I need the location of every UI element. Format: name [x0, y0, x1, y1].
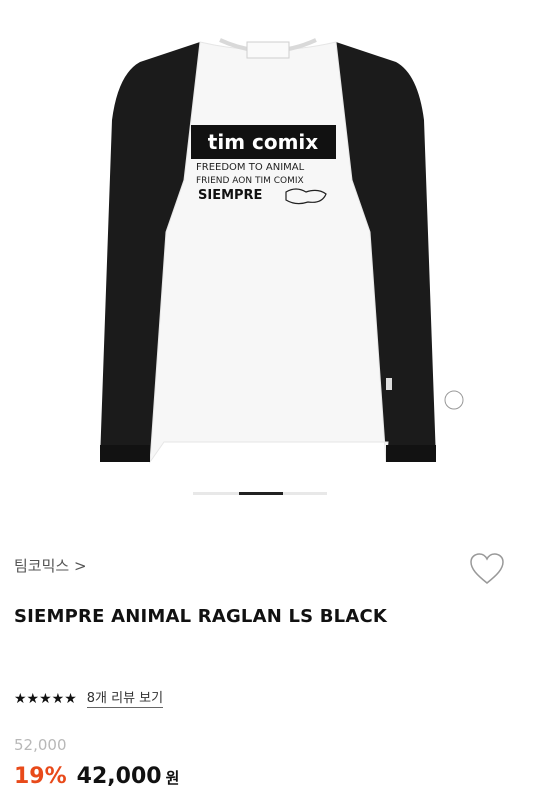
sale-price: 42,000 — [76, 764, 162, 789]
print-logo: tim comix — [208, 130, 319, 154]
shirt-illustration: tim comix FREEDOM TO ANIMAL FRIEND AON T… — [100, 38, 464, 464]
print-line-3: SIEMPRE — [198, 188, 262, 203]
original-price: 52,000 — [14, 736, 67, 754]
star-rating-icon: ★★★★★ — [14, 691, 77, 707]
currency-unit: 원 — [165, 769, 180, 787]
sleeve-badge-icon — [444, 390, 464, 410]
neck-tag — [246, 41, 290, 59]
brand-link[interactable]: 팀코믹스 > — [14, 555, 87, 576]
side-label — [386, 378, 392, 390]
right-cuff — [386, 445, 436, 462]
carousel-indicator — [193, 492, 327, 495]
rating-row: ★★★★★ 8개 리뷰 보기 — [14, 688, 164, 710]
left-cuff — [100, 445, 150, 462]
product-image[interactable]: tim comix FREEDOM TO ANIMAL FRIEND AON T… — [0, 0, 536, 500]
discount-rate: 19% — [14, 764, 67, 789]
reviews-link[interactable]: 8개 리뷰 보기 — [86, 691, 164, 708]
print-line-1: FREEDOM TO ANIMAL — [196, 162, 305, 173]
product-title: SIEMPRE ANIMAL RAGLAN LS BLACK — [14, 606, 388, 627]
print-line-2: FRIEND AON TIM COMIX — [196, 176, 304, 186]
carousel-indicator-active — [239, 492, 283, 495]
price-line: 19% 42,000 원 — [14, 764, 179, 789]
heart-outline-icon[interactable] — [469, 552, 505, 586]
